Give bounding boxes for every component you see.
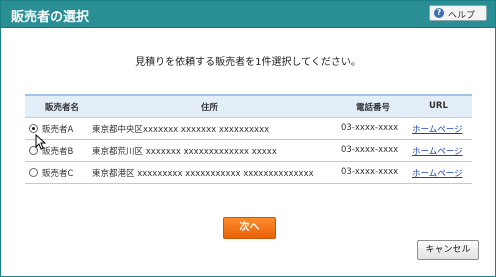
- seller-phone: 03-xxxx-xxxx: [341, 123, 399, 133]
- help-button[interactable]: ? ヘルプ: [429, 5, 487, 21]
- header-phone: 電話番号: [356, 103, 391, 113]
- homepage-link[interactable]: ホームページ: [412, 123, 463, 135]
- seller-name: 販売者C: [42, 169, 74, 179]
- homepage-link[interactable]: ホームページ: [412, 145, 463, 157]
- seller-c-radio[interactable]: [29, 168, 38, 177]
- seller-a-radio[interactable]: [29, 124, 38, 133]
- help-label: ヘルプ: [448, 11, 476, 21]
- seller-table: 販売者名 住所 電話番号 URL 販売者A 東京都中央区xxxxxxx xxxx…: [25, 94, 472, 184]
- header-url: URL: [429, 101, 448, 111]
- dialog-title: 販売者の選択: [11, 10, 90, 25]
- header-seller: 販売者名: [45, 103, 80, 113]
- mouse-cursor-icon: [35, 134, 47, 150]
- seller-selection-dialog: 販売者の選択 ? ヘルプ 見積りを依頼する販売者を1件選択してください。 販売者…: [0, 0, 496, 277]
- next-button[interactable]: 次へ: [223, 217, 276, 239]
- homepage-link[interactable]: ホームページ: [412, 167, 463, 179]
- seller-address: 東京都荒川区 xxxxxxx xxxxxxxxxxxxx xxxxx: [92, 147, 277, 157]
- seller-phone: 03-xxxx-xxxx: [341, 145, 399, 155]
- help-icon: ?: [434, 8, 444, 18]
- cancel-button[interactable]: キャンセル: [417, 240, 479, 260]
- seller-address: 東京都中央区xxxxxxx xxxxxxx xxxxxxxxxx: [92, 125, 270, 135]
- table-row[interactable]: 販売者C 東京都港区 xxxxxxxxx xxxxxxxxxxx xxxxxxx…: [25, 162, 472, 184]
- header-address: 住所: [201, 103, 219, 113]
- table-header: 販売者名 住所 電話番号 URL: [25, 96, 472, 118]
- table-row[interactable]: 販売者A 東京都中央区xxxxxxx xxxxxxx xxxxxxxxxx 03…: [25, 118, 472, 140]
- title-bar: 販売者の選択 ? ヘルプ: [1, 1, 495, 28]
- table-row[interactable]: 販売者B 東京都荒川区 xxxxxxx xxxxxxxxxxxxx xxxxx …: [25, 140, 472, 162]
- instruction-text: 見積りを依頼する販売者を1件選択してください。: [135, 57, 361, 68]
- seller-address: 東京都港区 xxxxxxxxx xxxxxxxxxxx xxxxxxxxxxxx…: [92, 169, 314, 179]
- seller-phone: 03-xxxx-xxxx: [341, 167, 399, 177]
